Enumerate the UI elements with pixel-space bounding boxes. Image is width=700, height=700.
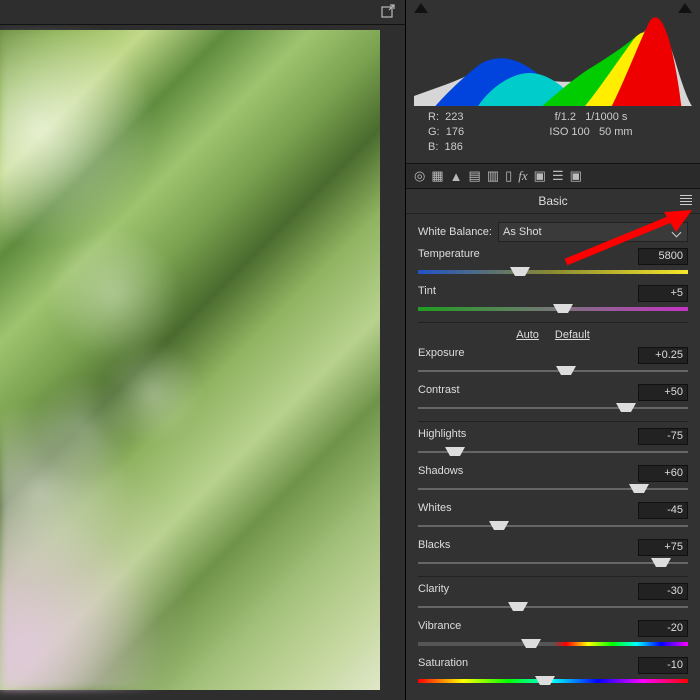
white-balance-label: White Balance: <box>418 226 492 238</box>
exposure-value[interactable]: +0.25 <box>638 347 688 364</box>
info-readout: R: 223 G: 176 B: 186 f/1.2 1/1000 s ISO … <box>414 106 692 163</box>
clarity-slider[interactable]: Clarity -30 <box>418 583 688 612</box>
vibrance-slider[interactable]: Vibrance -20 <box>418 620 688 649</box>
blacks-label: Blacks <box>418 539 450 556</box>
vibrance-label: Vibrance <box>418 620 461 637</box>
develop-sidebar: R: 223 G: 176 B: 186 f/1.2 1/1000 s ISO … <box>406 0 700 700</box>
shadows-slider[interactable]: Shadows +60 <box>418 465 688 494</box>
histogram-panel: R: 223 G: 176 B: 186 f/1.2 1/1000 s ISO … <box>406 0 700 163</box>
tone-curve-tab-icon[interactable]: ▦ <box>431 168 443 184</box>
shutter-value: 1/1000 s <box>585 111 627 123</box>
basic-panel-header: Basic <box>406 189 700 214</box>
panel-tabstrip: ◎ ▦ ▲ ▤ ▥ ▯ fx ▣ ☰ ▣ <box>406 163 700 189</box>
split-tone-tab-icon[interactable]: ▥ <box>487 168 499 184</box>
detail-tab-icon[interactable]: ▲ <box>450 169 463 184</box>
highlights-label: Highlights <box>418 428 466 445</box>
focal-value: 50 mm <box>599 126 633 138</box>
histogram[interactable] <box>414 8 692 106</box>
highlight-clip-indicator[interactable] <box>678 3 692 13</box>
photo-preview[interactable] <box>0 30 380 690</box>
contrast-value[interactable]: +50 <box>638 384 688 401</box>
shadow-clip-indicator[interactable] <box>414 3 428 13</box>
blacks-slider[interactable]: Blacks +75 <box>418 539 688 568</box>
whites-label: Whites <box>418 502 452 519</box>
fx-tab-icon[interactable]: fx <box>518 168 527 184</box>
whites-value[interactable]: -45 <box>638 502 688 519</box>
iso-value: ISO 100 <box>549 126 589 138</box>
presets-tab-icon[interactable]: ▣ <box>570 168 582 184</box>
panel-menu-icon[interactable] <box>680 195 692 205</box>
tint-value[interactable]: +5 <box>638 285 688 302</box>
vibrance-value[interactable]: -20 <box>638 620 688 637</box>
highlights-slider[interactable]: Highlights -75 <box>418 428 688 457</box>
clarity-value[interactable]: -30 <box>638 583 688 600</box>
contrast-slider[interactable]: Contrast +50 <box>418 384 688 413</box>
white-balance-select[interactable]: As Shot <box>498 222 688 242</box>
saturation-label: Saturation <box>418 657 468 674</box>
calibration-tab-icon[interactable]: ☰ <box>552 168 564 184</box>
r-value: 223 <box>445 111 463 123</box>
basic-panel-body: White Balance: As Shot Temperature 5800 T… <box>406 214 700 698</box>
b-value: 186 <box>445 141 463 153</box>
g-value: 176 <box>446 126 464 138</box>
aperture-value: f/1.2 <box>555 111 576 123</box>
lens-tab-icon[interactable]: ▯ <box>505 168 512 184</box>
hsl-tab-icon[interactable]: ▤ <box>469 168 481 184</box>
temperature-slider[interactable]: Temperature 5800 <box>418 248 688 277</box>
tint-label: Tint <box>418 285 436 302</box>
panel-title: Basic <box>538 194 567 208</box>
b-label: B: <box>428 141 438 153</box>
chevron-down-icon <box>672 227 682 237</box>
auto-link[interactable]: Auto <box>516 329 539 341</box>
blacks-value[interactable]: +75 <box>638 539 688 556</box>
g-label: G: <box>428 126 440 138</box>
exposure-label: Exposure <box>418 347 464 364</box>
exposure-slider[interactable]: Exposure +0.25 <box>418 347 688 376</box>
contrast-label: Contrast <box>418 384 460 401</box>
basic-tab-icon[interactable]: ◎ <box>414 168 425 184</box>
image-preview-pane <box>0 0 406 700</box>
highlights-value[interactable]: -75 <box>638 428 688 445</box>
camera-tab-icon[interactable]: ▣ <box>534 168 546 184</box>
default-link[interactable]: Default <box>555 329 590 341</box>
temperature-value[interactable]: 5800 <box>638 248 688 265</box>
preview-toolbar <box>0 0 405 25</box>
temperature-label: Temperature <box>418 248 480 265</box>
export-icon[interactable] <box>381 4 395 21</box>
shadows-value[interactable]: +60 <box>638 465 688 482</box>
r-label: R: <box>428 111 439 123</box>
saturation-slider[interactable]: Saturation -10 <box>418 657 688 686</box>
tint-slider[interactable]: Tint +5 <box>418 285 688 314</box>
shadows-label: Shadows <box>418 465 463 482</box>
clarity-label: Clarity <box>418 583 449 600</box>
saturation-value[interactable]: -10 <box>638 657 688 674</box>
whites-slider[interactable]: Whites -45 <box>418 502 688 531</box>
white-balance-value: As Shot <box>503 226 542 238</box>
